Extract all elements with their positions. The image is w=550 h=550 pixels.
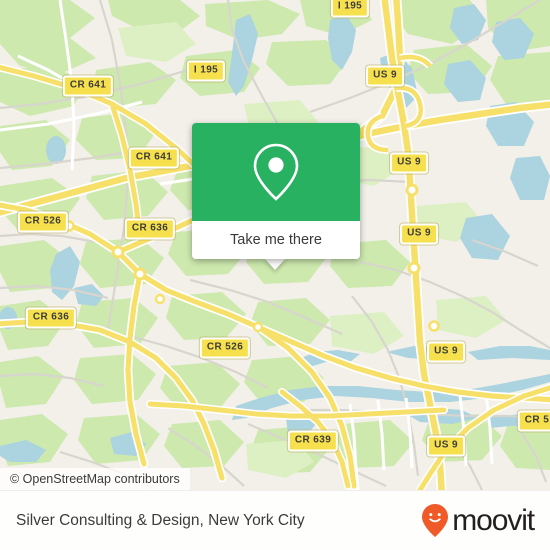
road-shield: CR 5 bbox=[517, 410, 550, 432]
road-shield: CR 526 bbox=[199, 337, 251, 359]
road-shield: I 195 bbox=[330, 0, 370, 18]
footer-bar: Silver Consulting & Design, New York Cit… bbox=[0, 490, 550, 550]
moovit-wordmark: moovit bbox=[452, 503, 535, 537]
road-shield: CR 641 bbox=[128, 147, 180, 169]
road-shield: CR 641 bbox=[62, 75, 114, 97]
popup-pointer bbox=[264, 258, 286, 270]
map-pin-icon bbox=[253, 143, 299, 201]
location-popup-card[interactable]: Take me there bbox=[192, 123, 360, 259]
road-shield: I 195 bbox=[186, 60, 226, 82]
road-shield: CR 639 bbox=[287, 430, 339, 452]
popup-pin-area bbox=[192, 123, 360, 221]
road-shield: US 9 bbox=[390, 152, 428, 174]
road-shield: US 9 bbox=[427, 435, 465, 457]
moovit-pin-icon bbox=[422, 503, 449, 537]
moovit-logo[interactable]: moovit bbox=[420, 503, 535, 539]
road-shield: US 9 bbox=[427, 341, 465, 363]
location-title: Silver Consulting & Design, New York Cit… bbox=[16, 511, 305, 529]
road-shield: US 9 bbox=[400, 223, 438, 245]
road-shield: CR 636 bbox=[124, 218, 176, 240]
road-shield: CR 636 bbox=[25, 307, 77, 329]
osm-attribution[interactable]: © OpenStreetMap contributors bbox=[0, 468, 190, 490]
map-screenshot: I 195 I 195 CR 641 US 9 CR 641 US 9 CR 526 CR 6… bbox=[0, 0, 550, 550]
road-shield: US 9 bbox=[366, 65, 404, 87]
road-shield: CR 526 bbox=[17, 211, 69, 233]
take-me-there-button[interactable]: Take me there bbox=[192, 221, 360, 259]
